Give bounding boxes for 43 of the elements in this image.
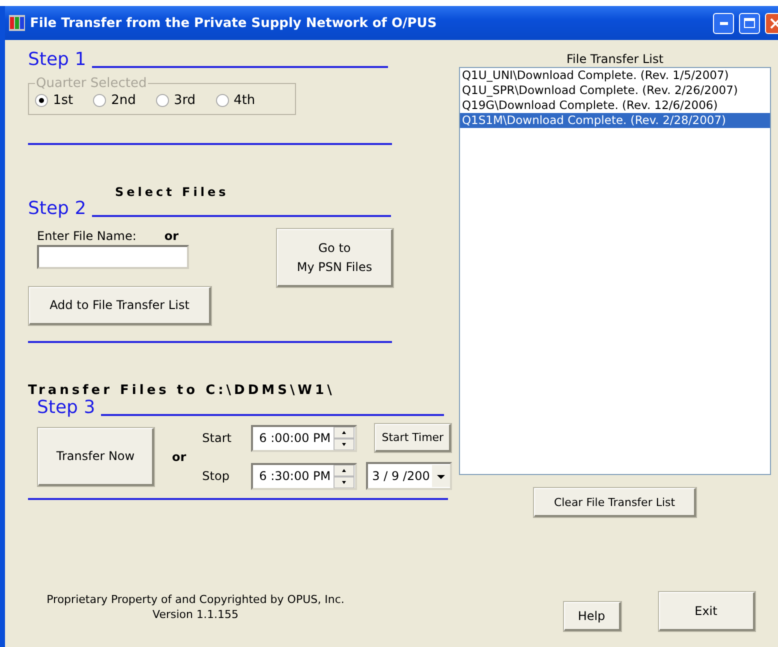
file-transfer-list[interactable]: Q1U_UNI\Download Complete. (Rev. 1/5/2007) Q1U_SPR\Download Complete. (Rev. 2/26/2007) Q19G\Download Complete. (Rev. 12/6/2006) Q1S1M\Download Complete. (Rev. 2/28/2007) bbox=[459, 67, 771, 475]
go-to-files-button[interactable]: Go to My PSN Files bbox=[277, 229, 393, 287]
or-label: or bbox=[172, 450, 186, 464]
start-label: Start bbox=[202, 431, 232, 445]
list-item[interactable]: Q1U_SPR\Download Complete. (Rev. 2/26/2007) bbox=[460, 83, 770, 98]
section-caption: Select Files bbox=[115, 185, 230, 199]
quarter-radio[interactable]: 2nd bbox=[93, 93, 136, 108]
maximize-button[interactable] bbox=[739, 12, 760, 34]
date-dropdown[interactable]: 3 / 9 /200 bbox=[366, 462, 452, 490]
add-to-list-button[interactable]: Add to File Transfer List bbox=[29, 287, 211, 325]
list-item[interactable]: Q1S1M\Download Complete. (Rev. 2/28/2007) bbox=[460, 113, 770, 128]
quarter-radio[interactable]: 4th bbox=[216, 93, 256, 108]
section-caption: Transfer Files to C:\DDMS\W1\ bbox=[28, 383, 336, 398]
transfer-now-button[interactable]: Transfer Now bbox=[38, 428, 154, 486]
stop-label: Stop bbox=[202, 469, 230, 483]
minimize-button[interactable] bbox=[713, 12, 734, 34]
start-timer-button[interactable]: Start Timer bbox=[375, 424, 452, 452]
quarter-radio[interactable]: 3rd bbox=[156, 93, 196, 108]
list-title: File Transfer List bbox=[566, 52, 664, 66]
help-button[interactable]: Help bbox=[564, 602, 620, 631]
group-legend: Quarter Selected bbox=[35, 76, 148, 91]
maximize-icon bbox=[744, 18, 755, 28]
version-text: Version 1.1.155 bbox=[152, 607, 240, 622]
stop-time-field[interactable]: 6 :30:00 PM bbox=[251, 462, 358, 490]
step-heading: Step 3 bbox=[37, 398, 96, 418]
start-time-field[interactable]: 6 :00:00 PM bbox=[251, 424, 358, 452]
window-title: File Transfer from the Private Supply Network of O/PUS bbox=[30, 16, 438, 30]
quarter-radio[interactable]: 1st bbox=[35, 93, 74, 108]
close-icon bbox=[770, 18, 778, 28]
spin-arrows-icon[interactable] bbox=[333, 426, 356, 450]
or-label: or bbox=[164, 229, 179, 243]
field-label: Enter File Name: bbox=[37, 229, 136, 243]
spin-arrows-icon[interactable] bbox=[333, 464, 356, 488]
list-item[interactable]: Q1U_UNI\Download Complete. (Rev. 1/5/2007) bbox=[460, 68, 770, 83]
copyright-text: Proprietary Property of and Copyrighted by OPUS, Inc. bbox=[46, 592, 346, 607]
file-name-field[interactable] bbox=[37, 245, 189, 269]
clear-list-button[interactable]: Clear File Transfer List bbox=[534, 488, 696, 517]
minimize-icon bbox=[720, 22, 728, 24]
exit-button[interactable]: Exit bbox=[658, 592, 754, 631]
app-logo-icon bbox=[9, 15, 25, 31]
step-heading: Step 2 bbox=[28, 199, 86, 219]
list-item[interactable]: Q19G\Download Complete. (Rev. 12/6/2006) bbox=[460, 98, 770, 113]
step-heading: Step 1 bbox=[28, 50, 86, 70]
